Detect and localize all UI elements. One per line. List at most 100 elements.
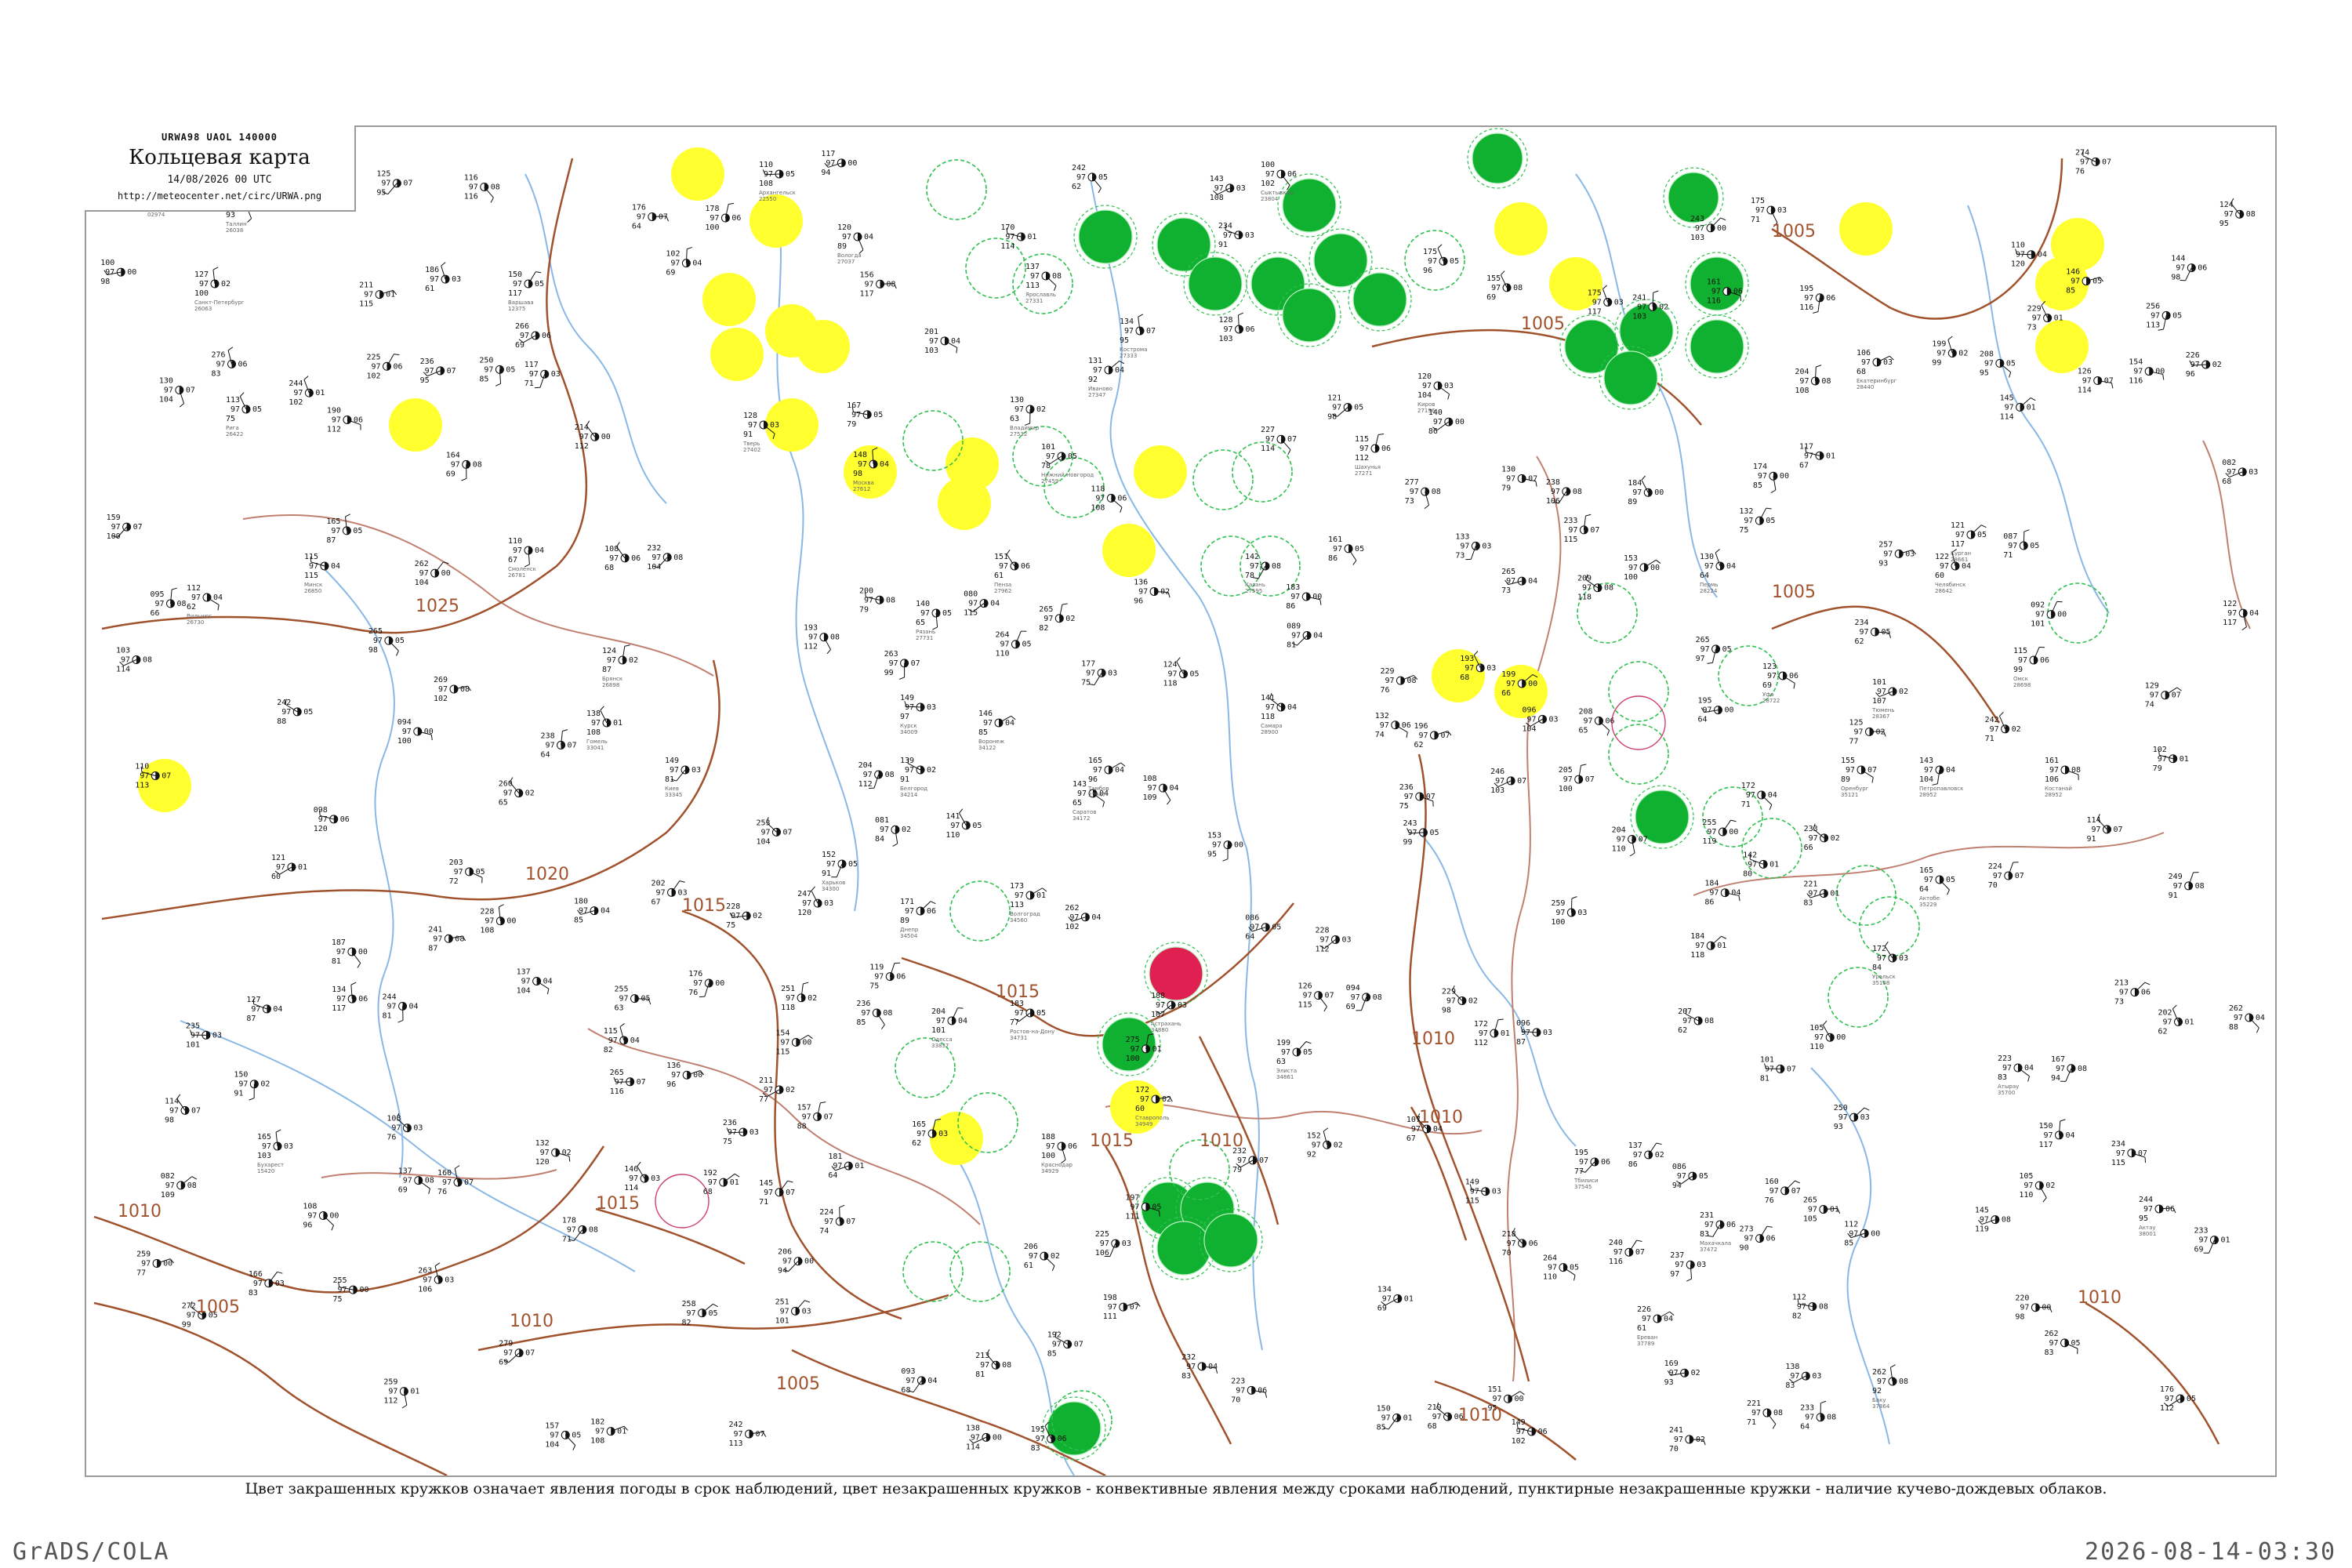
- station-plot: 11797 0371: [524, 361, 561, 388]
- station-pressure: 97: [1628, 564, 1638, 572]
- station-temp: 265: [610, 1069, 624, 1077]
- station-plot: 11297 0462Вильнюс26730: [187, 584, 223, 626]
- station-tendency: 01: [2027, 403, 2036, 412]
- station-dewpoint: 85: [1047, 1350, 1057, 1359]
- station-temp: 103: [116, 647, 130, 655]
- station-temp: 247: [797, 890, 811, 898]
- station-pressure: 97: [253, 1279, 263, 1288]
- station-dewpoint: 61: [425, 285, 434, 293]
- station-name: Курган: [1951, 550, 1971, 557]
- station-pressure: 97: [281, 708, 291, 717]
- station-name: Челябинск: [1935, 582, 1965, 588]
- station-dewpoint: 108: [1795, 387, 1809, 395]
- station-plot: 25097 0585: [479, 356, 515, 387]
- station-temp: 253: [756, 818, 770, 827]
- station-pressure: 97: [708, 1178, 717, 1187]
- station-dewpoint: 116: [464, 192, 478, 201]
- station-temp: 110: [759, 161, 773, 169]
- station-dewpoint: 93: [1664, 1378, 1674, 1387]
- station-pressure: 97: [731, 912, 740, 920]
- station-temp: 193: [804, 624, 818, 633]
- station-index: 27459: [1041, 478, 1058, 485]
- station-dewpoint: 100: [397, 737, 412, 746]
- cloud-cover-fill: [582, 1225, 586, 1234]
- cloud-cover-fill: [630, 1077, 634, 1086]
- station-dewpoint: 75: [723, 1138, 732, 1146]
- station-dewpoint: 113: [1025, 281, 1040, 290]
- station-dewpoint: 100: [1624, 573, 1638, 582]
- cloud-cover-fill: [2178, 1018, 2183, 1026]
- station-pressure: 97: [865, 280, 874, 289]
- station-plot: 14597 08119: [1975, 1207, 2011, 1234]
- station-temp: 082: [161, 1172, 175, 1181]
- station-index: 26038: [226, 227, 243, 234]
- station-tendency: 04: [1768, 791, 1777, 800]
- station-index: 35700: [1998, 1090, 2015, 1096]
- station-temp: 094: [397, 718, 412, 727]
- wind-barb-icon: [1947, 889, 1950, 895]
- station-tendency: 07: [525, 1349, 535, 1358]
- station-dewpoint: 110: [1543, 1273, 1557, 1282]
- source-url[interactable]: http://meteocenter.net/circ/URWA.png: [85, 191, 354, 201]
- station-plot: 26697 0669: [515, 322, 551, 350]
- station-index: 28952: [1919, 792, 1936, 798]
- station-dewpoint: 63: [1010, 415, 1019, 423]
- station-plot: 12597 0795: [376, 170, 412, 198]
- thunderstorm-circle: [1690, 319, 1744, 374]
- station-temp: 140: [916, 600, 930, 608]
- station-tendency: 04: [1664, 1315, 1673, 1323]
- station-temp: 233: [2194, 1227, 2208, 1236]
- station-name: Таллин: [225, 221, 247, 227]
- station-temp: 192: [703, 1169, 717, 1178]
- cloud-cover-fill: [1461, 996, 1466, 1005]
- station-tendency: 00: [329, 1212, 339, 1221]
- station-plot: 10397 08114: [116, 647, 152, 674]
- station-temp: 255: [614, 985, 628, 994]
- station-dewpoint: 74: [2145, 701, 2154, 710]
- station-index: 34731: [1010, 1035, 1027, 1041]
- station-plot: 13797 0286: [1628, 1142, 1664, 1169]
- cloud-cover-fill: [818, 899, 822, 908]
- station-temp: 232: [1181, 1353, 1196, 1362]
- station-tendency: 07: [1287, 435, 1297, 444]
- station-plot: 26597 0282: [1039, 603, 1075, 633]
- station-dewpoint: 83: [1785, 1381, 1795, 1390]
- station-tendency: 08: [589, 1225, 598, 1234]
- cloud-cover-fill: [333, 815, 338, 823]
- station-dewpoint: 98: [1327, 413, 1337, 422]
- station-name: Баку: [1872, 1397, 1886, 1403]
- station-pressure: 97: [454, 868, 463, 877]
- station-tendency: 07: [2015, 872, 2024, 880]
- station-tendency: 05: [1570, 1264, 1579, 1272]
- station-tendency: 05: [506, 365, 515, 374]
- station-plot: 12997 0774: [2145, 682, 2182, 710]
- station-temp: 204: [858, 761, 873, 770]
- station-temp: 170: [1000, 223, 1014, 232]
- convective-hollow-circle: [655, 1174, 710, 1229]
- station-plot: 26497 05110: [1543, 1254, 1579, 1282]
- station-tendency: 02: [1958, 350, 1968, 358]
- station-temp: 086: [1245, 914, 1259, 923]
- station-pressure: 97: [2133, 368, 2143, 376]
- station-plot: 08997 0481: [1287, 622, 1323, 649]
- station-dewpoint: 118: [1577, 593, 1592, 602]
- station-plot: 14697 03114: [624, 1161, 660, 1192]
- wind-barb-icon: [1222, 858, 1229, 862]
- cloud-cover-fill: [1030, 405, 1034, 413]
- station-pressure: 97: [980, 1361, 989, 1370]
- station-pressure: 97: [905, 766, 914, 775]
- wind-barb-icon: [652, 216, 666, 217]
- station-pressure: 97: [916, 1130, 926, 1138]
- station-pressure: 97: [760, 828, 770, 837]
- station-tendency: 05: [1190, 670, 1200, 679]
- station-index: 26422: [226, 431, 243, 437]
- station-name: Пермь: [1700, 582, 1718, 588]
- station-temp: 224: [1988, 862, 2002, 871]
- station-dewpoint: 98: [853, 470, 862, 478]
- station-tendency: 03: [938, 1130, 948, 1138]
- station-temp: 126: [1298, 982, 1312, 991]
- station-plot: 23397 07115: [1563, 514, 1599, 544]
- station-tendency: 05: [303, 708, 313, 717]
- station-plot: 23697 0885: [856, 1000, 892, 1029]
- station-temp: 130: [1010, 396, 1024, 405]
